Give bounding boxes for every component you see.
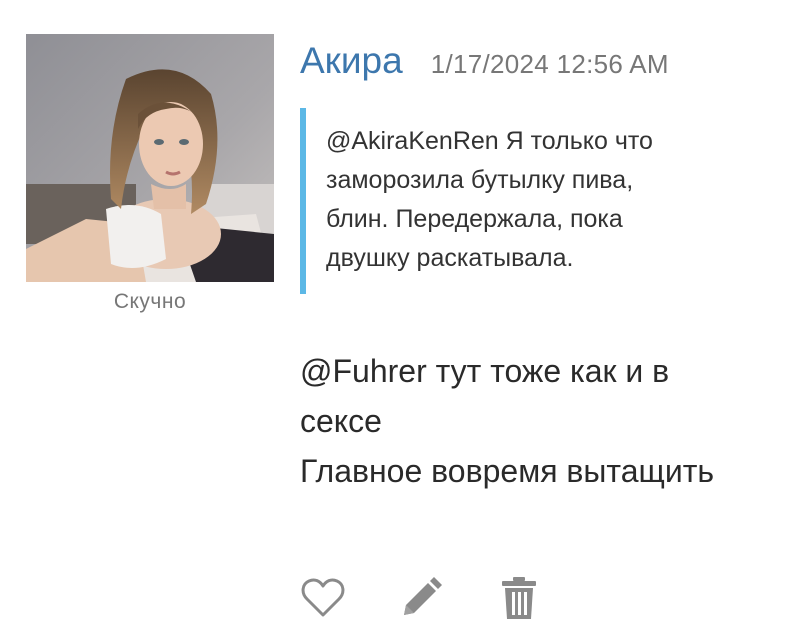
author-name[interactable]: Акира bbox=[300, 40, 403, 82]
message-line: Главное вовремя вытащить bbox=[300, 453, 715, 489]
edit-button[interactable] bbox=[398, 575, 444, 621]
avatar-photo bbox=[26, 34, 274, 282]
message-line: сексе bbox=[300, 403, 382, 439]
forum-post: Скучно Акира 1/17/2024 12:56 AM @AkiraKe… bbox=[0, 0, 800, 625]
heart-icon bbox=[301, 578, 345, 617]
quote-block: @AkiraKenRen Я только что заморозила бут… bbox=[300, 108, 746, 294]
author-panel: Скучно bbox=[26, 34, 274, 314]
user-status: Скучно bbox=[113, 290, 187, 313]
post-header: Акира 1/17/2024 12:56 AM bbox=[300, 40, 780, 94]
post-content: Акира 1/17/2024 12:56 AM @AkiraKenRen Я … bbox=[300, 40, 780, 496]
message-body: @Fuhrer тут тоже как и в сексе Главное в… bbox=[300, 346, 780, 496]
post-actions bbox=[300, 575, 542, 621]
avatar[interactable] bbox=[26, 34, 274, 282]
quote-text: @AkiraKenRen Я только что заморозила бут… bbox=[326, 127, 653, 272]
like-button[interactable] bbox=[300, 575, 346, 621]
trash-icon bbox=[502, 577, 536, 619]
message-line: @Fuhrer тут тоже как и в bbox=[300, 353, 670, 389]
pencil-icon bbox=[404, 577, 442, 615]
post-date: 1/17/2024 12:56 AM bbox=[430, 49, 669, 79]
delete-button[interactable] bbox=[496, 575, 542, 621]
